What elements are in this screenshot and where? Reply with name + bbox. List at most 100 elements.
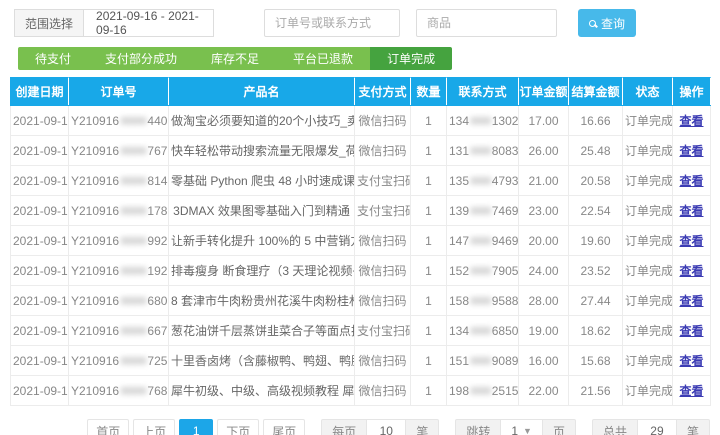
jump-page-select[interactable]: 1 ▼ — [500, 419, 543, 435]
prev-page-button[interactable]: 上页 — [133, 419, 175, 435]
cell-order-number: Y210916888886805 — [69, 286, 169, 316]
cell-quantity: 1 — [411, 166, 447, 196]
cell-create-date: 2021-09-16 — [11, 256, 69, 286]
cell-action: 查看 — [673, 166, 711, 196]
status-tab-4[interactable]: 订单完成 — [370, 47, 452, 70]
cell-settle-amount: 25.48 — [569, 136, 623, 166]
view-link[interactable]: 查看 — [679, 204, 703, 218]
cell-status: 订单完成 — [623, 106, 673, 136]
table-header-row: 创建日期订单号产品名支付方式数量联系方式订单金额结算金额状态操作 — [11, 78, 711, 106]
cell-create-date: 2021-09-16 — [11, 376, 69, 406]
per-page-input[interactable]: 10 — [366, 419, 406, 435]
redacted-contact-digits: 8888 — [470, 324, 490, 337]
date-range-value[interactable]: 2021-09-16 - 2021-09-16 — [84, 9, 214, 37]
status-badge: 订单完成 — [625, 354, 673, 368]
redacted-order-digits: 88888 — [120, 174, 146, 187]
cell-product-name: 让新手转化提升 100%的 5 中营销方法 — [169, 226, 355, 256]
status-tab-2[interactable]: 库存不足 — [194, 47, 276, 70]
first-page-button[interactable]: 首页 — [87, 419, 129, 435]
product-search-input[interactable] — [416, 9, 557, 37]
filter-bar: 范围选择 2021-09-16 - 2021-09-16 查询 — [0, 8, 720, 38]
status-tabs: 待支付支付部分成功库存不足平台已退款订单完成 — [18, 47, 452, 70]
redacted-contact-digits: 8888 — [470, 204, 490, 217]
view-link[interactable]: 查看 — [679, 264, 703, 278]
view-link[interactable]: 查看 — [679, 294, 703, 308]
cell-payment-method: 微信扫码 — [355, 136, 411, 166]
cell-create-date: 2021-09-16 — [11, 286, 69, 316]
cell-action: 查看 — [673, 226, 711, 256]
total-group: 总共 29 笔 — [592, 419, 710, 435]
cell-quantity: 1 — [411, 316, 447, 346]
jump-label: 跳转 — [455, 419, 501, 435]
cell-order-number: Y210916888887258 — [69, 346, 169, 376]
view-link[interactable]: 查看 — [679, 174, 703, 188]
cell-quantity: 1 — [411, 376, 447, 406]
status-badge: 订单完成 — [625, 174, 673, 188]
redacted-contact-digits: 8888 — [470, 234, 490, 247]
date-range-picker[interactable]: 范围选择 2021-09-16 - 2021-09-16 — [14, 9, 214, 37]
cell-order-amount: 21.00 — [519, 166, 569, 196]
cell-action: 查看 — [673, 346, 711, 376]
table-row: 2021-09-16 Y210916888888141 零基础 Python 爬… — [11, 166, 711, 196]
cell-create-date: 2021-09-16 — [11, 346, 69, 376]
cell-settle-amount: 23.52 — [569, 256, 623, 286]
next-page-button[interactable]: 下页 — [217, 419, 259, 435]
search-button[interactable]: 查询 — [578, 9, 636, 37]
status-tab-1[interactable]: 支付部分成功 — [88, 47, 194, 70]
search-button-label: 查询 — [601, 15, 625, 32]
cell-order-amount: 23.00 — [519, 196, 569, 226]
cell-status: 订单完成 — [623, 226, 673, 256]
order-search-input[interactable] — [264, 9, 400, 37]
status-tab-0[interactable]: 待支付 — [18, 47, 88, 70]
page-nav-group: 首页 上页 1 下页 尾页 — [87, 419, 305, 435]
cell-quantity: 1 — [411, 256, 447, 286]
cell-order-number: Y210916888881786 — [69, 196, 169, 226]
cell-payment-method: 微信扫码 — [355, 256, 411, 286]
column-header-6: 订单金额 — [519, 78, 569, 106]
status-tab-3[interactable]: 平台已退款 — [276, 47, 370, 70]
view-link[interactable]: 查看 — [679, 114, 703, 128]
view-link[interactable]: 查看 — [679, 234, 703, 248]
view-link[interactable]: 查看 — [679, 354, 703, 368]
cell-product-name: 3DMAX 效果图零基础入门到精通 — [169, 196, 355, 226]
cell-product-name: 排毒瘦身 断食理疗（3 天理论视频+6 天跟练音频） — [169, 256, 355, 286]
cell-action: 查看 — [673, 256, 711, 286]
current-page-button[interactable]: 1 — [179, 419, 213, 435]
redacted-order-digits: 88888 — [120, 354, 146, 367]
table-row: 2021-09-16 Y210916888884408 做淘宝必须要知道的20个… — [11, 106, 711, 136]
cell-order-number: Y210916888884408 — [69, 106, 169, 136]
view-link[interactable]: 查看 — [679, 144, 703, 158]
cell-product-name: 快车轻松带动搜索流量无限爆发_荷塘月色论坛 — [169, 136, 355, 166]
cell-status: 订单完成 — [623, 316, 673, 346]
redacted-order-digits: 88888 — [120, 204, 146, 217]
cell-order-amount: 26.00 — [519, 136, 569, 166]
cell-product-name: 十里香卤烤（含藤椒鸭、鸭翅、鸭脖）小吃技术配方 — [169, 346, 355, 376]
cell-order-amount: 16.00 — [519, 346, 569, 376]
table-row: 2021-09-16 Y210916888889929 让新手转化提升 100%… — [11, 226, 711, 256]
cell-action: 查看 — [673, 196, 711, 226]
view-link[interactable]: 查看 — [679, 384, 703, 398]
redacted-order-digits: 88888 — [120, 324, 146, 337]
status-badge: 订单完成 — [625, 144, 673, 158]
cell-action: 查看 — [673, 376, 711, 406]
table-row: 2021-09-16 Y210916888886677 葱花油饼千层蒸饼韭菜合子… — [11, 316, 711, 346]
cell-settle-amount: 21.56 — [569, 376, 623, 406]
cell-product-name: 零基础 Python 爬虫 48 小时速成课 — [169, 166, 355, 196]
view-link[interactable]: 查看 — [679, 324, 703, 338]
jump-page-value: 1 — [511, 424, 518, 435]
cell-contact: 15888889588 — [447, 286, 519, 316]
last-page-button[interactable]: 尾页 — [263, 419, 305, 435]
cell-action: 查看 — [673, 106, 711, 136]
cell-order-number: Y210916888888141 — [69, 166, 169, 196]
cell-contact: 15188889089 — [447, 346, 519, 376]
cell-order-amount: 22.00 — [519, 376, 569, 406]
column-header-8: 状态 — [623, 78, 673, 106]
redacted-contact-digits: 8888 — [470, 144, 490, 157]
cell-quantity: 1 — [411, 136, 447, 166]
redacted-contact-digits: 8888 — [470, 384, 490, 397]
cell-create-date: 2021-09-16 — [11, 136, 69, 166]
cell-status: 订单完成 — [623, 376, 673, 406]
cell-order-amount: 19.00 — [519, 316, 569, 346]
cell-create-date: 2021-09-16 — [11, 316, 69, 346]
cell-order-amount: 24.00 — [519, 256, 569, 286]
